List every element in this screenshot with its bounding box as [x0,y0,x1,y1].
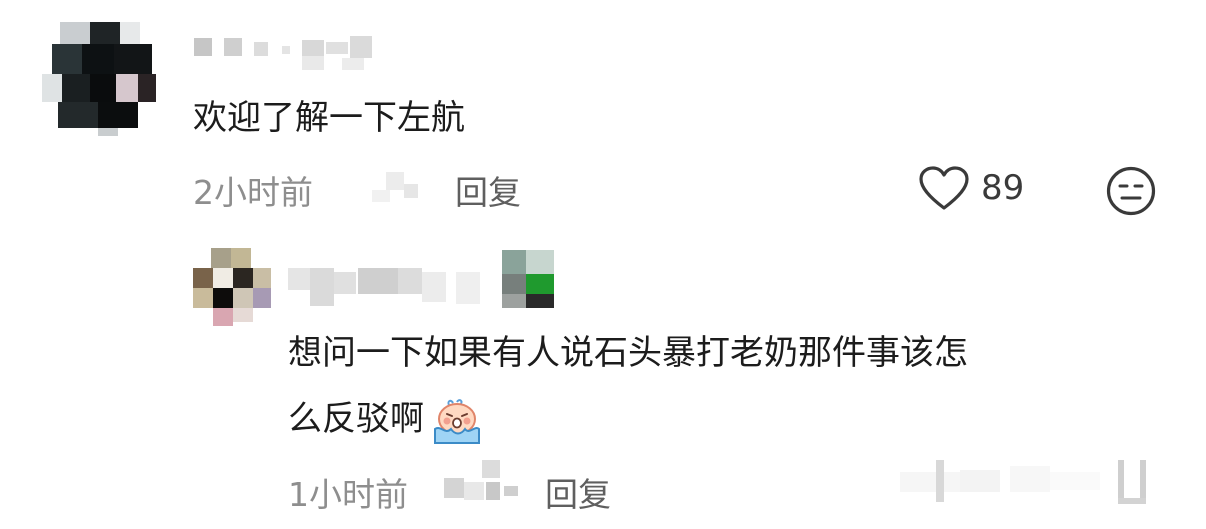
username[interactable] [288,250,563,308]
reply-button[interactable]: 回复 [545,468,611,516]
neutral-face-icon[interactable] [1105,165,1157,217]
comment-text-line2: 么反驳啊 [288,399,424,439]
username[interactable] [192,36,392,72]
like-count: 89 [981,168,1025,208]
ip-location [366,170,426,204]
avatar[interactable] [193,248,273,328]
crying-face-emoji [431,398,483,445]
comment-text-line1: 想问一下如果有人说石头暴打老奶那件事该怎 [288,333,968,373]
comment-timestamp: 1小时前 [288,475,408,514]
heart-outline-icon[interactable] [918,166,970,212]
avatar[interactable] [38,18,158,136]
comment-text-line2-wrap: 么反驳啊 [288,398,483,445]
reply-button[interactable]: 回复 [455,166,521,214]
comment-text: 欢迎了解一下左航 [193,98,465,138]
like-area-blurred[interactable] [900,460,1180,510]
comment-timestamp: 2小时前 [193,173,313,212]
ip-location [438,458,522,504]
